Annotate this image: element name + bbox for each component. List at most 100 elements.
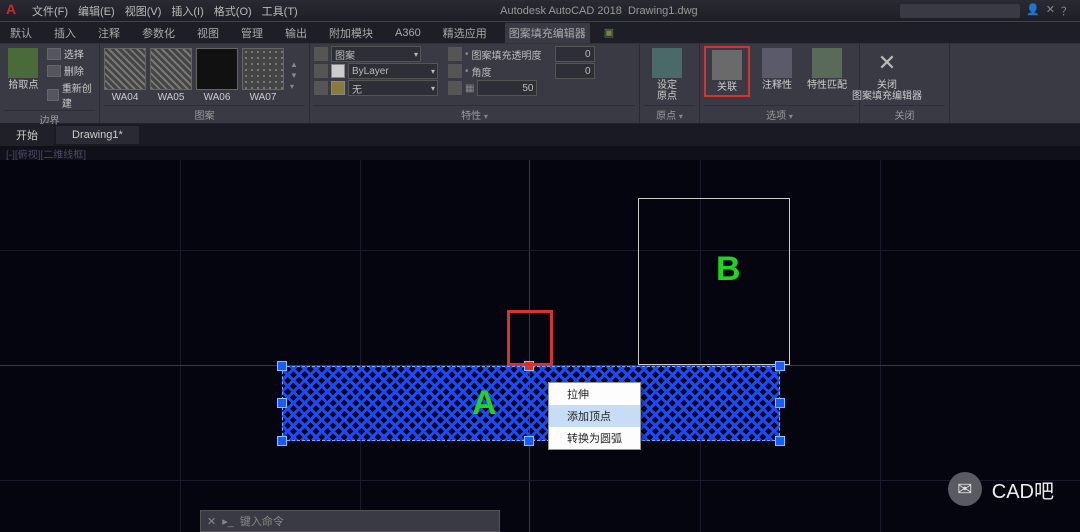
app-logo: A [6, 1, 26, 21]
swatch-icon [150, 48, 192, 90]
pattern-expand[interactable]: ▾ [290, 82, 298, 91]
cmd-close-icon[interactable]: ✕ [207, 515, 216, 528]
ctx-add-vertex[interactable]: 添加顶点 [549, 405, 640, 427]
menu-insert[interactable]: 插入(I) [171, 3, 203, 19]
ribbon-group-close: ✕ 关闭 图案填充编辑器 关闭 [860, 44, 950, 123]
recreate-icon [47, 89, 59, 101]
tab-annotate[interactable]: 注释 [94, 23, 124, 43]
swatch-icon [196, 48, 238, 90]
menu-tools[interactable]: 工具(T) [262, 3, 298, 19]
set-origin-button[interactable]: 设定 原点 [644, 46, 690, 102]
close-hatch-editor-button[interactable]: ✕ 关闭 图案填充编辑器 [864, 46, 910, 102]
ribbon-group-pattern: WA04 WA05 WA06 WA07 ▲ ▼ ▾ 图案 [100, 44, 310, 123]
hatch-color-dropdown[interactable]: ByLayer [348, 63, 438, 79]
ctx-stretch[interactable]: 拉伸 [549, 383, 640, 405]
help-icon[interactable]: ？ [1061, 3, 1072, 19]
grip-br[interactable] [775, 436, 785, 446]
tab-featured[interactable]: 精选应用 [439, 23, 491, 43]
bg-swatch [331, 81, 345, 95]
viewport-label[interactable]: [-][俯视][二维线框] [0, 146, 1080, 160]
menu-bar[interactable]: 文件(F) 编辑(E) 视图(V) 插入(I) 格式(O) 工具(T) [32, 3, 298, 19]
match-props-button[interactable]: 特性匹配 [804, 46, 850, 91]
menu-edit[interactable]: 编辑(E) [78, 3, 115, 19]
command-line[interactable]: ✕ ▸_ 键入命令 [200, 510, 500, 532]
shape-b-rect[interactable] [638, 198, 790, 365]
shape-a-hatch[interactable] [282, 366, 780, 441]
cmd-history-icon[interactable]: ▸_ [222, 515, 234, 528]
help-search-input[interactable] [900, 4, 1020, 18]
document-tabs[interactable]: 开始 Drawing1* [0, 124, 1080, 146]
pattern-scroll-down[interactable]: ▼ [290, 71, 298, 80]
menu-file[interactable]: 文件(F) [32, 3, 68, 19]
ribbon-group-origin: 设定 原点 原点 ▾ [640, 44, 700, 123]
tab-hatch-editor[interactable]: 图案填充编辑器 [505, 23, 590, 43]
tab-output[interactable]: 输出 [281, 23, 311, 43]
ribbon: 拾取点 选择 删除 重新创建 边界 WA04 WA05 WA06 WA07 ▲ … [0, 44, 1080, 124]
transparency-icon [448, 47, 462, 61]
scale-icon [448, 81, 462, 95]
grip-tl[interactable] [277, 361, 287, 371]
watermark: ✉ CAD吧 [948, 472, 1054, 506]
angle-label: 角度 [472, 64, 552, 79]
group-title-pattern: 图案 [104, 105, 305, 123]
tab-a360[interactable]: A360 [391, 25, 425, 41]
boundary-recreate[interactable]: 重新创建 [47, 80, 95, 110]
select-icon [47, 48, 61, 60]
grip-mr[interactable] [775, 398, 785, 408]
tab-overflow-icon[interactable]: ▣ [604, 26, 614, 39]
hatch-type-dropdown[interactable]: 图案 [331, 46, 421, 62]
group-title-options: 选项 ▾ [704, 105, 855, 123]
pattern-wa04[interactable]: WA04 [104, 48, 146, 103]
label-b: B [716, 250, 741, 289]
pick-points-icon [8, 48, 38, 78]
tab-addins[interactable]: 附加模块 [325, 23, 377, 43]
doc-tab-drawing1[interactable]: Drawing1* [56, 126, 139, 144]
tab-manage[interactable]: 管理 [237, 23, 267, 43]
tab-view[interactable]: 视图 [193, 23, 223, 43]
swatch-icon [242, 48, 284, 90]
ribbon-tab-bar[interactable]: 默认 插入 注释 参数化 视图 管理 输出 附加模块 A360 精选应用 图案填… [0, 22, 1080, 44]
ctx-convert-arc[interactable]: 转换为圆弧 [549, 427, 640, 449]
scale-value[interactable]: 50 [477, 80, 537, 96]
doc-tab-start[interactable]: 开始 [0, 124, 54, 146]
swatch-icon [104, 48, 146, 90]
group-title-origin: 原点 ▾ [644, 105, 695, 123]
origin-icon [652, 48, 682, 78]
menu-format[interactable]: 格式(O) [214, 3, 252, 19]
grip-context-menu[interactable]: 拉伸 添加顶点 转换为圆弧 [548, 382, 641, 450]
transparency-value[interactable]: 0 [555, 46, 595, 62]
grip-ml[interactable] [277, 398, 287, 408]
annotative-button[interactable]: 注释性 [754, 46, 800, 91]
pick-points-button[interactable]: 拾取点 [4, 46, 43, 91]
menu-view[interactable]: 视图(V) [125, 3, 162, 19]
pattern-wa07[interactable]: WA07 [242, 48, 284, 103]
title-right-icons: 👤 ✕ ？ [1026, 3, 1072, 19]
pattern-wa06[interactable]: WA06 [196, 48, 238, 103]
associative-button[interactable]: 关联 [704, 46, 750, 97]
hatch-bg-dropdown[interactable]: 无 [348, 80, 438, 96]
angle-icon [448, 64, 462, 78]
grip-mb[interactable] [524, 436, 534, 446]
drawing-canvas[interactable]: B A 拉伸 添加顶点 转换为圆弧 ✕ ▸_ 键入命令 ✉ CAD吧 [0, 160, 1080, 532]
window-title: Autodesk AutoCAD 2018 Drawing1.dwg [298, 5, 900, 17]
grip-tr[interactable] [775, 361, 785, 371]
hatch-bg-icon [314, 81, 328, 95]
associative-icon [712, 50, 742, 80]
boundary-remove[interactable]: 删除 [47, 63, 95, 78]
signin-icon[interactable]: 👤 [1026, 3, 1040, 19]
transparency-label: 图案填充透明度 [472, 47, 552, 62]
boundary-select[interactable]: 选择 [47, 46, 95, 61]
color-swatch [331, 64, 345, 78]
pattern-scroll-up[interactable]: ▲ [290, 60, 298, 69]
tab-parametric[interactable]: 参数化 [138, 23, 179, 43]
group-title-properties: 特性 ▾ [314, 105, 635, 123]
ribbon-group-boundaries: 拾取点 选择 删除 重新创建 边界 [0, 44, 100, 123]
angle-value[interactable]: 0 [555, 63, 595, 79]
grip-bl[interactable] [277, 436, 287, 446]
tab-insert[interactable]: 插入 [50, 23, 80, 43]
remove-icon [47, 65, 61, 77]
hatch-type-icon [314, 47, 328, 61]
tab-default[interactable]: 默认 [6, 23, 36, 43]
pattern-wa05[interactable]: WA05 [150, 48, 192, 103]
exchange-icon[interactable]: ✕ [1046, 3, 1055, 19]
